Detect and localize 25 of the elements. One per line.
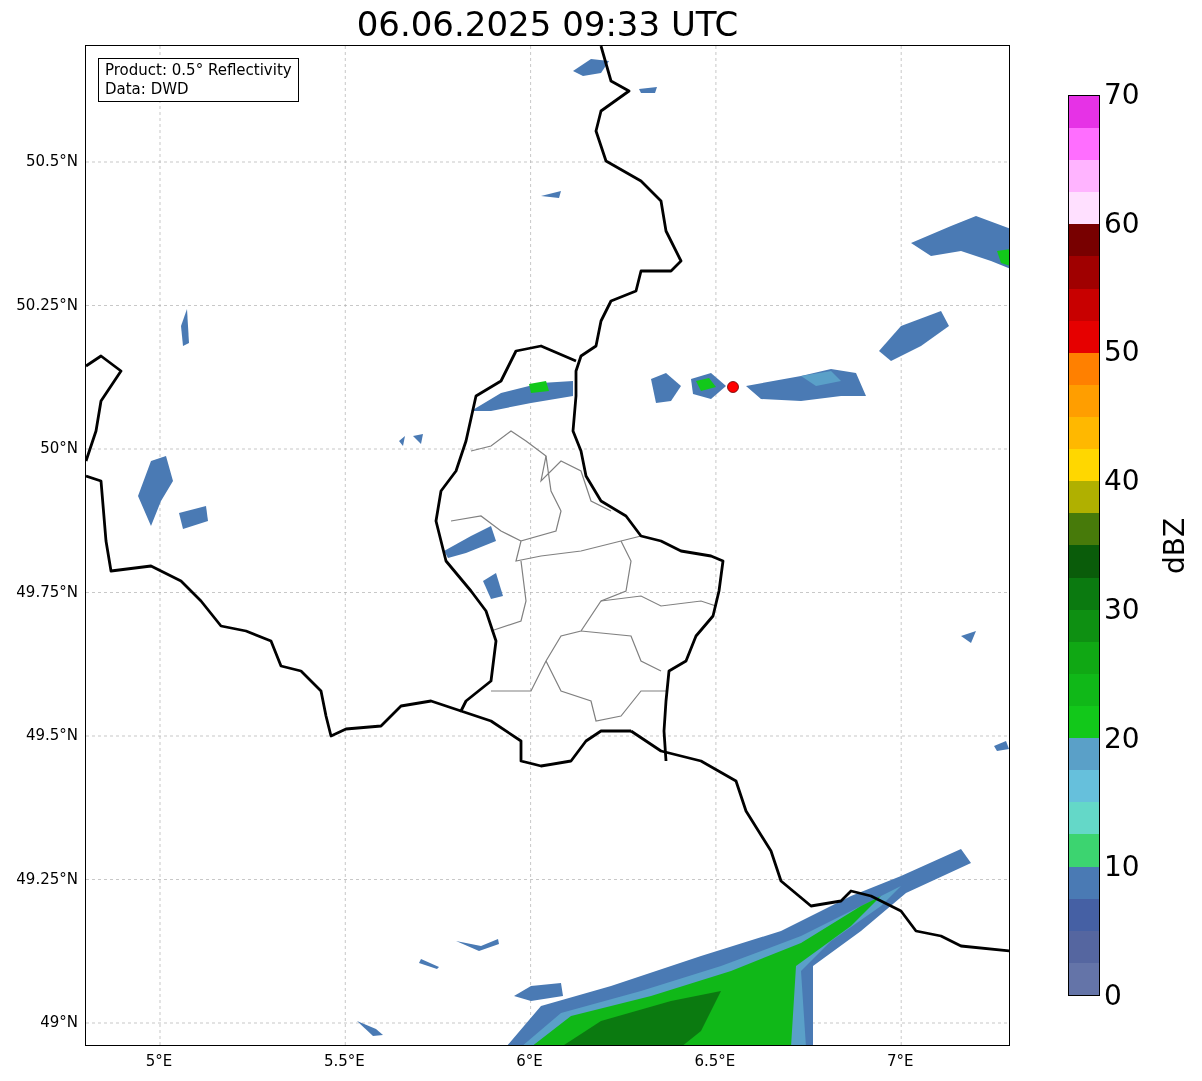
chart-title: 06.06.2025 09:33 UTC: [356, 3, 739, 45]
longitude-label: 5.5°E: [322, 1052, 366, 1070]
colorbar-tick-label: 30: [1104, 593, 1140, 626]
colorbar-tick-label: 0: [1104, 980, 1122, 1012]
colorbar-tick-label: 70: [1104, 79, 1140, 111]
longitude-label: 6.5°E: [693, 1052, 737, 1070]
longitude-label: 6°E: [515, 1052, 544, 1070]
latitude-label: 49.5°N: [25, 726, 78, 744]
legend-text: Data: DWD: [105, 80, 190, 99]
colorbar-tick-label: 40: [1104, 465, 1140, 498]
colorbar-tick-label: 50: [1104, 336, 1140, 369]
radar-site-marker: [727, 381, 739, 393]
latitude-label: 50.25°N: [16, 295, 78, 314]
colorbar-tick-label: 60: [1104, 207, 1140, 240]
latitude-label: 49.75°N: [16, 582, 78, 601]
latitude-label: 50°N: [40, 439, 78, 457]
colorbar-tick-label: 20: [1104, 722, 1140, 755]
latitude-label: 50.5°N: [25, 152, 78, 170]
latitude-label: 49.25°N: [16, 869, 78, 888]
colorbar-tick-label: 10: [1104, 851, 1140, 884]
latitude-label: 49°N: [40, 1013, 78, 1031]
longitude-label: 7°E: [885, 1052, 915, 1070]
legend-text: Product: 0.5° Reflectivity: [105, 61, 292, 80]
colorbar-label: dBZ: [1159, 517, 1191, 574]
longitude-label: 5°E: [144, 1052, 174, 1070]
